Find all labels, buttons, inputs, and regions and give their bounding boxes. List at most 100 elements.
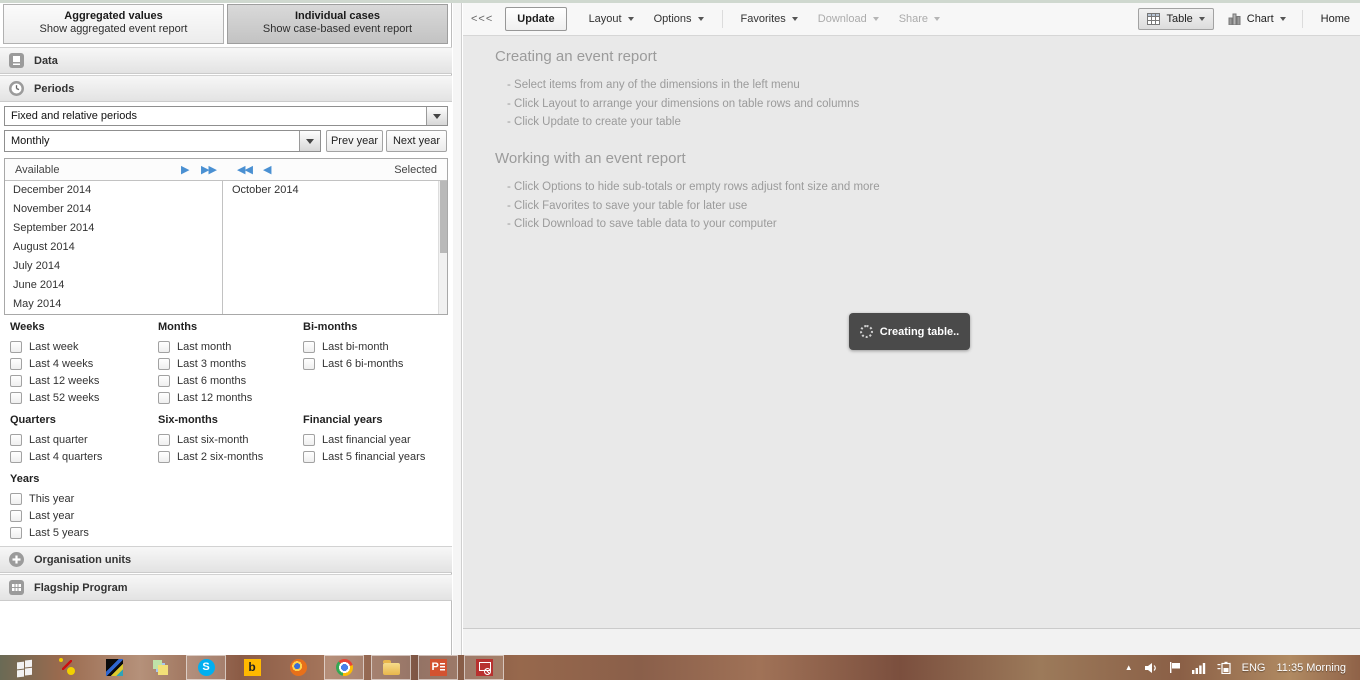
checkbox[interactable] (10, 510, 22, 522)
accordion-periods-label: Periods (34, 83, 74, 95)
checkbox[interactable] (303, 341, 315, 353)
network-icon[interactable] (1192, 662, 1206, 674)
table-view-button[interactable]: Table (1138, 8, 1213, 30)
taskbar-app-sticky-notes[interactable] (140, 655, 180, 680)
checkbox-label: Last 6 months (177, 375, 246, 387)
period-mode-dropdown-button[interactable] (426, 107, 447, 125)
checkbox-item-last-6-bi-months[interactable]: Last 6 bi-months (303, 355, 450, 372)
checkbox-item-last-2-six-months[interactable]: Last 2 six-months (158, 448, 303, 465)
checkbox-item-last-6-months[interactable]: Last 6 months (158, 372, 303, 389)
move-all-right-icon[interactable]: ▶▶ (201, 163, 216, 176)
taskbar-app-powerpoint[interactable]: P (418, 655, 458, 680)
checkbox[interactable] (10, 451, 22, 463)
help-bullets: Click Options to hide sub-totals or empt… (507, 181, 880, 237)
checkbox[interactable] (303, 434, 315, 446)
language-indicator[interactable]: ENG (1242, 662, 1266, 674)
checkbox-item-last-month[interactable]: Last month (158, 338, 303, 355)
plus-circle-icon (9, 552, 24, 567)
taskbar-app-chrome[interactable] (324, 655, 364, 680)
checkbox-item-last-12-weeks[interactable]: Last 12 weeks (10, 372, 158, 389)
move-selected-left-icon[interactable]: ◀ (263, 163, 270, 176)
checkbox[interactable] (158, 375, 170, 387)
chevron-down-icon (698, 17, 704, 21)
checkbox[interactable] (303, 358, 315, 370)
next-year-button[interactable]: Next year (386, 130, 447, 152)
period-type-select[interactable]: Monthly (4, 130, 321, 152)
layout-menu-button[interactable]: Layout (589, 13, 634, 25)
taskbar-app-firefox[interactable] (278, 655, 318, 680)
list-item[interactable]: November 2014 (5, 200, 222, 219)
checkbox-item-this-year[interactable]: This year (10, 490, 158, 507)
collapse-panel-button[interactable]: <<< (471, 13, 493, 25)
home-link[interactable]: Home (1321, 13, 1350, 25)
checkbox-item-last-3-months[interactable]: Last 3 months (158, 355, 303, 372)
checkbox[interactable] (10, 375, 22, 387)
volume-icon[interactable] (1144, 662, 1158, 674)
checkbox-item-last-52-weeks[interactable]: Last 52 weeks (10, 389, 158, 406)
taskbar-app-snagit[interactable] (48, 655, 88, 680)
checkbox[interactable] (10, 341, 22, 353)
list-item[interactable]: May 2014 (5, 295, 222, 314)
checkbox[interactable] (10, 434, 22, 446)
checkbox[interactable] (158, 392, 170, 404)
checkbox[interactable] (158, 451, 170, 463)
period-mode-select[interactable]: Fixed and relative periods (4, 106, 448, 126)
taskbar-app-dark-flag-app[interactable] (94, 655, 134, 680)
move-all-left-icon[interactable]: ◀◀ (237, 163, 252, 176)
file-explorer-icon (383, 663, 400, 675)
move-selected-right-icon[interactable]: ▶ (181, 163, 188, 176)
checkbox[interactable] (10, 358, 22, 370)
checkbox-item-last-5-financial-years[interactable]: Last 5 financial years (303, 448, 450, 465)
period-type-dropdown-button[interactable] (299, 131, 320, 151)
accordion-flagship-program[interactable]: Flagship Program (0, 574, 452, 601)
checkbox-item-last-week[interactable]: Last week (10, 338, 158, 355)
checkbox[interactable] (10, 493, 22, 505)
clock[interactable]: 11:35 Morning (1276, 662, 1346, 674)
update-button[interactable]: Update (505, 7, 566, 31)
checkbox-item-last-5-years[interactable]: Last 5 years (10, 524, 158, 541)
tab-individual-cases[interactable]: Individual casesShow case-based event re… (227, 4, 448, 44)
checkbox-item-last-quarter[interactable]: Last quarter (10, 431, 158, 448)
checkbox-item-last-six-month[interactable]: Last six-month (158, 431, 303, 448)
chart-view-button[interactable]: Chart (1220, 9, 1294, 29)
action-center-icon[interactable] (1169, 661, 1181, 674)
taskbar-app-skype[interactable]: S (186, 655, 226, 680)
checkbox-item-last-4-quarters[interactable]: Last 4 quarters (10, 448, 158, 465)
checkbox-item-last-financial-year[interactable]: Last financial year (303, 431, 450, 448)
checkbox-label: Last 2 six-months (177, 451, 263, 463)
checkbox-item-last-4-weeks[interactable]: Last 4 weeks (10, 355, 158, 372)
taskbar-app-bing[interactable]: b (232, 655, 272, 680)
checkbox[interactable] (158, 434, 170, 446)
list-item[interactable]: August 2014 (5, 238, 222, 257)
checkbox-label: Last month (177, 341, 231, 353)
download-menu-button[interactable]: Download (818, 13, 879, 25)
prev-year-button[interactable]: Prev year (326, 130, 383, 152)
checkbox-item-last-year[interactable]: Last year (10, 507, 158, 524)
checkbox[interactable] (158, 358, 170, 370)
share-menu-button[interactable]: Share (899, 13, 940, 25)
taskbar-app-start[interactable] (4, 655, 44, 680)
taskbar-app-remote-display[interactable] (464, 655, 504, 680)
checkbox-item-last-12-months[interactable]: Last 12 months (158, 389, 303, 406)
taskbar-app-file-explorer[interactable] (371, 655, 411, 680)
accordion-data[interactable]: Data (0, 47, 452, 74)
tray-expand-icon[interactable]: ▲ (1125, 663, 1133, 672)
checkbox[interactable] (10, 527, 22, 539)
list-item[interactable]: September 2014 (5, 219, 222, 238)
list-item[interactable]: December 2014 (5, 181, 222, 200)
checkbox[interactable] (158, 341, 170, 353)
tab-aggregated-values[interactable]: Aggregated valuesShow aggregated event r… (3, 4, 224, 44)
options-menu-button[interactable]: Options (654, 13, 704, 25)
accordion-organisation-units[interactable]: Organisation units (0, 546, 452, 573)
accordion-periods[interactable]: Periods (0, 75, 452, 102)
list-item[interactable]: July 2014 (5, 257, 222, 276)
list-item[interactable]: October 2014 (224, 181, 447, 200)
transfer-header: Available ▶ ▶▶ ◀◀ ◀ Selected (5, 159, 447, 181)
checkbox[interactable] (303, 451, 315, 463)
checkbox[interactable] (10, 392, 22, 404)
battery-icon[interactable] (1217, 661, 1231, 674)
list-item[interactable]: June 2014 (5, 276, 222, 295)
event-report-app: Aggregated valuesShow aggregated event r… (0, 0, 1360, 680)
checkbox-item-last-bi-month[interactable]: Last bi-month (303, 338, 450, 355)
favorites-menu-button[interactable]: Favorites (741, 13, 798, 25)
